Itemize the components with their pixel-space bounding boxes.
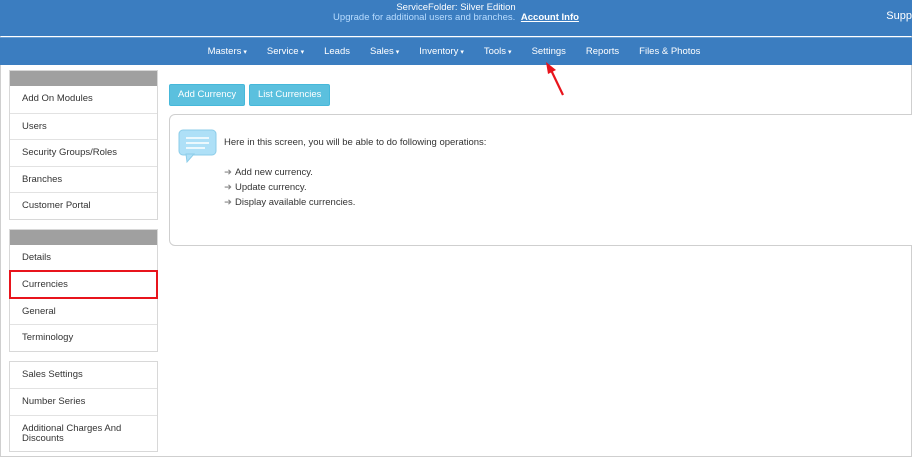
caret-down-icon: ▾ (508, 49, 512, 56)
operation-item: ➜ Add new currency. (224, 165, 355, 180)
nav-item-label: Tools (483, 46, 507, 57)
add-currency-button[interactable]: Add Currency (169, 84, 246, 106)
nav-item-label: Settings (531, 46, 566, 57)
upgrade-text: Upgrade for additional users and branche… (333, 12, 516, 23)
main-navbar: Masters ▾ Service ▾ Leads Sales ▾ Inventory ▾ Too… (0, 37, 912, 65)
sidebar-item-general[interactable]: General (10, 297, 157, 325)
top-banner: ServiceFolder: Silver Edition Upgrade fo… (0, 0, 912, 36)
nav-menu: Masters ▾ Service ▾ Leads Sales ▾ Inventory ▾ Too… (0, 38, 912, 66)
caret-down-icon: ▾ (460, 49, 464, 56)
sidebar-item-sales-settings[interactable]: Sales Settings (10, 362, 157, 389)
upgrade-line: Upgrade for additional users and branche… (0, 12, 912, 23)
nav-item-leads[interactable]: Leads (324, 38, 350, 66)
caret-down-icon: ▾ (395, 49, 400, 56)
support-link[interactable]: Supp (886, 10, 912, 22)
sidebar-group-header (10, 71, 157, 86)
sidebar-item-users[interactable]: Users (10, 112, 157, 140)
operation-text: Add new currency. (234, 167, 313, 178)
operations-list: ➜ Add new currency. ➜ Update currency. ➜ Disp… (224, 165, 355, 210)
account-info-link[interactable]: Account Info (521, 12, 579, 23)
operation-text: Update currency. (234, 182, 307, 193)
nav-item-label: Files & Photos (639, 46, 701, 57)
operation-text: Display available currencies. (234, 197, 356, 208)
sidebar-group-account: Add On Modules Users Security Groups/Roles… (9, 70, 158, 220)
sidebar-item-security-groups-roles[interactable]: Security Groups/Roles (10, 139, 157, 166)
nav-item-sales[interactable]: Sales ▾ (370, 38, 399, 66)
arrow-right-icon: ➜ (224, 182, 232, 193)
speech-bubble-icon (178, 129, 217, 164)
nav-item-tools[interactable]: Tools ▾ (484, 38, 512, 66)
sidebar-item-additional-charges-and-discounts[interactable]: Additional Charges And Discounts (10, 414, 157, 451)
nav-item-label: Masters (207, 46, 242, 57)
sidebar-item-number-series[interactable]: Number Series (10, 388, 157, 415)
nav-item-label: Service (266, 46, 299, 57)
nav-item-label: Reports (585, 46, 620, 57)
sidebar-group-header (10, 229, 157, 245)
arrow-right-icon: ➜ (224, 197, 232, 208)
list-currencies-button[interactable]: List Currencies (249, 84, 331, 106)
sidebar-item-terminology[interactable]: Terminology (10, 324, 157, 351)
caret-down-icon: ▾ (243, 49, 247, 56)
sidebar-item-details[interactable]: Details (10, 245, 157, 272)
nav-item-label: Sales (369, 46, 394, 57)
caret-down-icon: ▾ (300, 49, 305, 56)
sidebar-item-customer-portal[interactable]: Customer Portal (10, 192, 157, 219)
nav-item-label: Inventory (419, 46, 459, 57)
nav-item-files-and-photos[interactable]: Files & Photos (639, 38, 700, 66)
info-panel: Here in this screen, you will be able to… (169, 114, 912, 246)
nav-item-service[interactable]: Service ▾ (267, 38, 304, 66)
sidebar-group-sales: Sales Settings Number Series Additional Ch… (9, 360, 158, 452)
nav-item-masters[interactable]: Masters ▾ (208, 38, 247, 66)
nav-item-label: Leads (324, 46, 350, 57)
arrow-right-icon: ➜ (224, 167, 232, 178)
sidebar-item-currencies[interactable]: Currencies (9, 270, 158, 299)
nav-item-reports[interactable]: Reports (586, 38, 619, 66)
nav-item-inventory[interactable]: Inventory ▾ (419, 38, 464, 66)
operation-item: ➜ Update currency. (224, 180, 355, 195)
info-intro-text: Here in this screen, you will be able to… (224, 137, 487, 148)
sidebar-group-company: Details Currencies General Terminology (9, 228, 158, 352)
settings-sidebar: Add On Modules Users Security Groups/Roles… (9, 70, 158, 457)
annotation-arrow-icon (546, 62, 564, 96)
sidebar-item-branches[interactable]: Branches (10, 165, 157, 193)
operation-item: ➜ Display available currencies. (224, 195, 355, 210)
sidebar-item-add-on-modules[interactable]: Add On Modules (10, 86, 157, 113)
